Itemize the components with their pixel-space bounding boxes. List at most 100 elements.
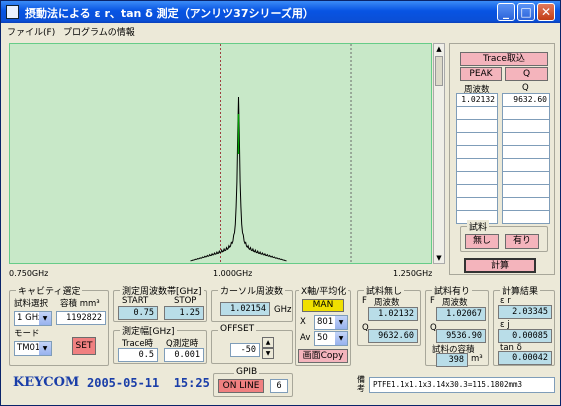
close-button[interactable]: ✕ bbox=[537, 3, 555, 21]
note-label: 備考 bbox=[357, 375, 365, 393]
title-bar: 摂動法による ε r、tan δ 測定（アンリツ37シリーズ用） _ □ ✕ bbox=[1, 1, 560, 23]
xaxis-group: X軸/平均化 MAN X 801 ▼ Av 50 ▼ 画面Copy bbox=[295, 284, 351, 366]
screen-copy-button[interactable]: 画面Copy bbox=[298, 349, 348, 363]
mode-select[interactable]: TM010 ▼ bbox=[14, 341, 52, 356]
calculate-button[interactable]: 計算 bbox=[464, 258, 536, 273]
sample-volume-field[interactable]: 398 bbox=[436, 353, 468, 367]
no-sample-group: 試料無し F 周波数 1.02132 Q 9632.60 bbox=[357, 284, 421, 346]
cavity-title: キャビティ選定 bbox=[16, 284, 83, 297]
col-q-header: Q bbox=[522, 83, 529, 93]
no-sample-q-field: 9632.60 bbox=[368, 329, 418, 343]
chevron-down-icon[interactable]: ▼ bbox=[39, 342, 51, 355]
peak-freq-cell[interactable] bbox=[456, 132, 498, 146]
q-width-field[interactable]: 0.001 bbox=[164, 348, 204, 362]
with-sample-freq-field: 1.02067 bbox=[436, 307, 486, 321]
online-button[interactable]: ON LINE bbox=[218, 379, 264, 393]
tan-field: 0.00042 bbox=[498, 351, 552, 365]
peak-panel: Trace取込 PEAK Q 周波数 Q 1.02132 9632.60 試料 無… bbox=[449, 43, 555, 275]
offset-field[interactable]: -50 bbox=[230, 343, 260, 357]
volume-field[interactable]: 1192822 bbox=[56, 311, 106, 325]
peak-q-cell[interactable] bbox=[502, 210, 550, 224]
chevron-down-icon[interactable]: ▼ bbox=[335, 316, 347, 329]
no-sample-button[interactable]: 無し bbox=[465, 234, 499, 249]
plot-vscroll[interactable]: ▲ ▼ bbox=[433, 43, 445, 264]
offset-down-icon[interactable]: ▼ bbox=[262, 348, 274, 359]
spectrum-plot bbox=[9, 43, 432, 264]
sample-volume-unit: m³ bbox=[471, 354, 483, 364]
no-sample-freq-field: 1.02132 bbox=[368, 307, 418, 321]
peak-freq-cell[interactable] bbox=[456, 171, 498, 185]
avg-select[interactable]: 50 ▼ bbox=[314, 331, 348, 346]
x-min-label: 0.750GHz bbox=[9, 269, 49, 278]
peak-q-cell[interactable] bbox=[502, 197, 550, 211]
man-button[interactable]: MAN bbox=[302, 299, 344, 312]
cavity-select[interactable]: 1 GHz ▼ bbox=[14, 311, 52, 326]
minimize-button[interactable]: _ bbox=[497, 3, 515, 21]
with-sample-q-field: 9536.90 bbox=[436, 329, 486, 343]
peak-q-cell[interactable] bbox=[502, 106, 550, 120]
offset-up-icon[interactable]: ▲ bbox=[262, 337, 274, 348]
peak-button[interactable]: PEAK bbox=[460, 67, 502, 81]
scroll-thumb[interactable] bbox=[435, 56, 443, 86]
cursor-freq-field[interactable]: 1.02154 bbox=[220, 302, 270, 316]
maximize-button[interactable]: □ bbox=[517, 3, 535, 21]
scroll-down-icon[interactable]: ▼ bbox=[434, 253, 444, 263]
ej-field: 0.00085 bbox=[498, 329, 552, 343]
with-sample-button[interactable]: 有り bbox=[505, 234, 539, 249]
band-group: 測定周波数帯[GHz] START STOP 0.75 1.25 bbox=[113, 284, 207, 322]
peak-freq-cell[interactable] bbox=[456, 145, 498, 159]
menu-program-info[interactable]: プログラムの情報 bbox=[63, 25, 135, 38]
xaxis-title: X軸/平均化 bbox=[299, 284, 349, 297]
peak-q-cell[interactable]: 9632.60 bbox=[502, 93, 550, 107]
menu-file[interactable]: ファイル(F) bbox=[7, 25, 55, 38]
spectrum-chart bbox=[190, 44, 352, 263]
start-label: START bbox=[122, 296, 149, 306]
stop-label: STOP bbox=[174, 296, 197, 306]
gpib-group: GPIB ON LINE 6 bbox=[213, 367, 293, 397]
app-window: 摂動法による ε r、tan δ 測定（アンリツ37シリーズ用） _ □ ✕ フ… bbox=[0, 0, 561, 406]
peak-freq-cell[interactable] bbox=[456, 184, 498, 198]
peak-freq-cell[interactable]: 1.02132 bbox=[456, 93, 498, 107]
x-max-label: 1.250GHz bbox=[393, 269, 433, 278]
set-button[interactable]: SET bbox=[72, 337, 96, 355]
peak-q-cell[interactable] bbox=[502, 132, 550, 146]
cavity-group: キャビティ選定 試料選択 容積 mm³ 1 GHz ▼ 1192822 モード … bbox=[9, 284, 109, 366]
peak-freq-cell[interactable] bbox=[456, 119, 498, 133]
peak-q-cell[interactable] bbox=[502, 119, 550, 133]
result-group: 計算結果 ε r 2.03345 ε j 0.00085 tan δ 0.000… bbox=[493, 284, 555, 366]
brand-logo: KEYCOM bbox=[13, 375, 80, 390]
volume-label: 容積 mm³ bbox=[60, 299, 100, 309]
peak-freq-cell[interactable] bbox=[456, 106, 498, 120]
menu-bar: ファイル(F) プログラムの情報 bbox=[1, 23, 560, 39]
sample-select-label: 試料選択 bbox=[14, 299, 49, 309]
peak-freq-cell[interactable] bbox=[456, 197, 498, 211]
peak-q-cell[interactable] bbox=[502, 184, 550, 198]
cursor-title: カーソル周波数 bbox=[218, 284, 286, 297]
q-button[interactable]: Q bbox=[505, 67, 548, 81]
trace-width-field[interactable]: 0.5 bbox=[118, 348, 158, 362]
chevron-down-icon[interactable]: ▼ bbox=[39, 312, 51, 325]
scroll-up-icon[interactable]: ▲ bbox=[434, 44, 444, 54]
cursor-unit: GHz bbox=[274, 305, 292, 315]
with-sample-group: 試料有り F 周波数 1.02067 Q 9536.90 試料の容積 398 m… bbox=[425, 284, 489, 367]
peak-q-cell[interactable] bbox=[502, 171, 550, 185]
gpib-address-field[interactable]: 6 bbox=[270, 379, 288, 393]
x-points-label: X bbox=[300, 317, 306, 327]
x-mid-label: 1.000GHz bbox=[213, 269, 253, 278]
trace-capture-button[interactable]: Trace取込 bbox=[460, 52, 548, 66]
width-group: 測定幅[GHz] Trace時 Q測定時 0.5 0.001 bbox=[113, 324, 207, 364]
peak-freq-cell[interactable] bbox=[456, 158, 498, 172]
note-field[interactable]: PTFE1.1x1.1x3.14x30.3=115.1802mm3 bbox=[369, 377, 555, 393]
peak-q-cell[interactable] bbox=[502, 158, 550, 172]
with-sample-f-label: F bbox=[430, 296, 435, 306]
start-field[interactable]: 0.75 bbox=[118, 306, 158, 320]
stop-field[interactable]: 1.25 bbox=[164, 306, 204, 320]
app-icon bbox=[6, 5, 19, 19]
avg-label: Av bbox=[300, 333, 311, 343]
er-field: 2.03345 bbox=[498, 305, 552, 319]
x-points-select[interactable]: 801 ▼ bbox=[314, 315, 348, 330]
peak-q-cell[interactable] bbox=[502, 145, 550, 159]
width-title: 測定幅[GHz] bbox=[120, 324, 177, 337]
chevron-down-icon[interactable]: ▼ bbox=[335, 332, 347, 345]
offset-group: OFFSET -50 ▲ ▼ bbox=[211, 324, 293, 364]
